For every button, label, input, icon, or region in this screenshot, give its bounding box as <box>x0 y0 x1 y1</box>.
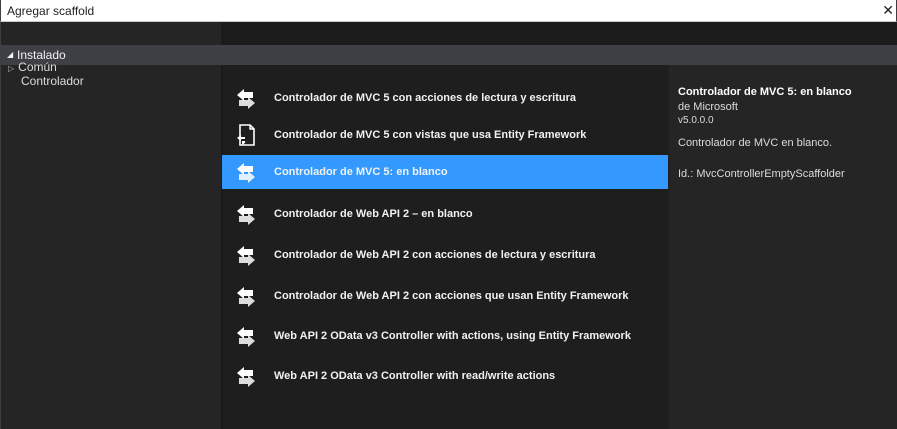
controller-icon <box>237 246 255 266</box>
template-item[interactable]: Web API 2 OData v3 Controller with read/… <box>222 359 668 393</box>
tree-item-controlador[interactable]: Controlador <box>21 74 84 88</box>
template-item-selected[interactable]: Controlador de MVC 5: en blanco <box>222 155 668 189</box>
controller-icon <box>237 287 255 307</box>
detail-description: Controlador de MVC en blanco. <box>678 137 833 149</box>
close-icon[interactable]: ✕ <box>882 2 894 18</box>
template-label: Web API 2 OData v3 Controller with actio… <box>274 330 631 342</box>
template-label: Controlador de Web API 2 con acciones de… <box>274 249 596 261</box>
template-item[interactable]: Controlador de Web API 2 con acciones de… <box>222 238 668 272</box>
detail-author: de Microsoft <box>678 101 738 113</box>
detail-version: v5.0.0.0 <box>678 115 714 126</box>
triangle-right-icon[interactable]: ▷ <box>8 64 14 73</box>
controller-icon <box>237 205 255 225</box>
header-strip <box>221 45 897 65</box>
view-controller-icon <box>237 124 255 146</box>
controller-icon <box>237 327 255 347</box>
tree-item-label: Común <box>18 60 57 74</box>
template-label: Controlador de Web API 2 – en blanco <box>274 208 473 220</box>
controller-icon <box>237 89 255 109</box>
template-label: Controlador de Web API 2 con acciones qu… <box>274 290 629 302</box>
template-item[interactable]: Controlador de MVC 5 con vistas que usa … <box>222 118 668 152</box>
title-bar: Agregar scaffold ✕ <box>0 0 897 22</box>
controller-icon <box>237 367 255 387</box>
template-label: Controlador de MVC 5 con acciones de lec… <box>274 92 576 104</box>
template-item[interactable]: Controlador de Web API 2 con acciones qu… <box>222 279 668 313</box>
template-item[interactable]: Web API 2 OData v3 Controller with actio… <box>222 319 668 353</box>
template-label: Controlador de MVC 5 con vistas que usa … <box>274 129 587 141</box>
template-item[interactable]: Controlador de MVC 5 con acciones de lec… <box>222 81 668 115</box>
template-item[interactable]: Controlador de Web API 2 – en blanco <box>222 197 668 231</box>
window-title: Agregar scaffold <box>7 4 95 18</box>
template-label: Controlador de MVC 5: en blanco <box>274 166 448 178</box>
detail-title: Controlador de MVC 5: en blanco <box>678 86 852 98</box>
controller-icon <box>237 163 255 183</box>
detail-id: Id.: MvcControllerEmptyScaffolder <box>678 168 845 180</box>
template-label: Web API 2 OData v3 Controller with read/… <box>274 370 556 382</box>
tree-item-label: Controlador <box>21 74 84 88</box>
